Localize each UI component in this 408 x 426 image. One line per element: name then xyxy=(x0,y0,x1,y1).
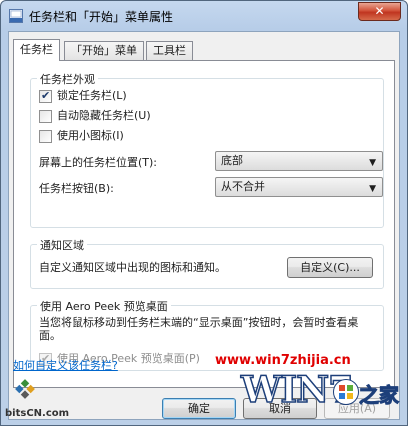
bitscn-logo-icon xyxy=(15,379,35,399)
help-link[interactable]: 如何自定义该任务栏? xyxy=(13,357,118,373)
location-select-value: 底部 xyxy=(221,154,243,167)
dialog-client-area: 任务栏 「开始」菜单 工具栏 任务栏外观 锁定任务栏(L) 自动隐藏任务栏(U)… xyxy=(8,31,400,420)
tab-toolbars[interactable]: 工具栏 xyxy=(146,41,193,60)
tab-start-menu[interactable]: 「开始」菜单 xyxy=(64,41,144,60)
lock-taskbar-checkbox[interactable] xyxy=(39,89,52,103)
notification-group: 通知区域 自定义通知区域中出现的图标和通知。 自定义(C)... xyxy=(30,237,384,289)
bitscn-text: bitsCN.com xyxy=(5,408,70,419)
notification-group-title: 通知区域 xyxy=(37,237,87,253)
dialog-window: 任务栏和「开始」菜单属性 ✕ 任务栏 「开始」菜单 工具栏 任务栏外观 锁定任务… xyxy=(0,0,408,426)
appearance-group: 任务栏外观 锁定任务栏(L) 自动隐藏任务栏(U) 使用小图标(I) 屏幕上的任… xyxy=(30,71,384,228)
window-title: 任务栏和「开始」菜单属性 xyxy=(29,10,174,24)
aero-peek-description: 当您将鼠标移动到任务栏末端的“显示桌面”按钮时，会暂时查看桌面。 xyxy=(39,316,359,342)
small-icons-checkbox[interactable] xyxy=(39,129,52,143)
aero-peek-group-title: 使用 Aero Peek 预览桌面 xyxy=(37,298,171,314)
autohide-label: 自动隐藏任务栏(U) xyxy=(57,109,151,122)
tab-taskbar[interactable]: 任务栏 xyxy=(13,39,60,61)
appearance-group-title: 任务栏外观 xyxy=(37,71,98,87)
autohide-option[interactable]: 自动隐藏任务栏(U) xyxy=(39,109,151,124)
chevron-down-icon: ▼ xyxy=(369,184,376,194)
lock-taskbar-label: 锁定任务栏(L) xyxy=(57,89,127,102)
buttons-select-value: 从不合并 xyxy=(221,180,265,193)
small-icons-label: 使用小图标(I) xyxy=(57,129,124,142)
notification-text: 自定义通知区域中出现的图标和通知。 xyxy=(39,261,226,274)
windows-flag-icon xyxy=(333,379,359,405)
chevron-down-icon: ▼ xyxy=(369,158,376,168)
buttons-label: 任务栏按钮(B): xyxy=(39,182,114,195)
customize-notification-button[interactable]: 自定义(C)... xyxy=(287,257,373,278)
win7-brand-suffix: 之家 xyxy=(359,383,400,408)
ok-button[interactable]: 确定 xyxy=(162,398,236,419)
tab-panel-taskbar: 任务栏外观 锁定任务栏(L) 自动隐藏任务栏(U) 使用小图标(I) 屏幕上的任… xyxy=(13,60,395,388)
lock-taskbar-option[interactable]: 锁定任务栏(L) xyxy=(39,89,127,104)
taskbar-properties-icon xyxy=(9,9,23,23)
bitscn-watermark: bitsCN.com xyxy=(5,375,69,419)
location-label: 屏幕上的任务栏位置(T): xyxy=(39,156,158,169)
small-icons-option[interactable]: 使用小图标(I) xyxy=(39,129,124,144)
buttons-select[interactable]: 从不合并 ▼ xyxy=(215,177,383,197)
win7-zhijia-watermark: WIN7 之家 xyxy=(235,363,405,419)
autohide-checkbox[interactable] xyxy=(39,109,52,123)
location-select[interactable]: 底部 ▼ xyxy=(215,151,383,171)
close-button[interactable]: ✕ xyxy=(358,2,401,21)
title-bar[interactable]: 任务栏和「开始」菜单属性 ✕ xyxy=(1,1,407,31)
